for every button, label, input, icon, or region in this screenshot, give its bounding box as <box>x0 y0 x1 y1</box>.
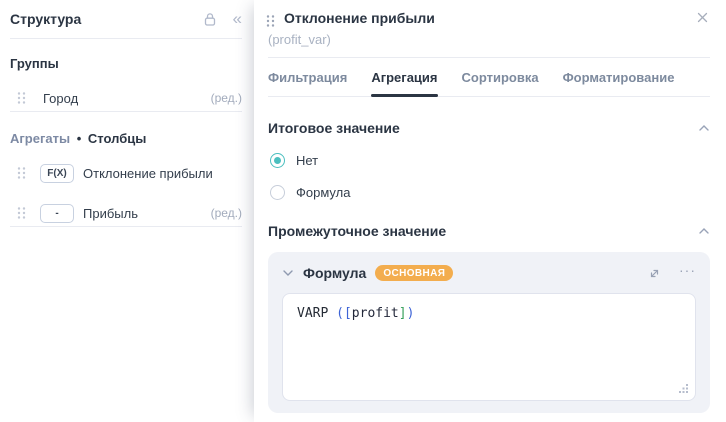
drag-handle-icon[interactable] <box>17 91 26 105</box>
drag-handle-icon[interactable] <box>266 14 275 28</box>
field-settings-panel: Отклонение прибыли (profit_var) Фильтрац… <box>254 0 726 422</box>
aggregate-row-label: Прибыль <box>83 206 138 221</box>
radio-label: Формула <box>296 185 350 200</box>
aggregate-row-label: Отклонение прибыли <box>83 166 213 181</box>
code-close-bracket: ] <box>399 306 407 321</box>
total-value-section-header: Итоговое значение <box>268 120 710 136</box>
formula-code-editor[interactable]: VARP ([profit]) <box>282 293 696 401</box>
total-value-heading: Итоговое значение <box>268 120 400 136</box>
code-line: VARP ([profit]) <box>297 306 414 321</box>
group-row-city[interactable]: Город (ред.) <box>10 85 242 111</box>
formula-card-header: Формула ОСНОВНАЯ ··· <box>282 265 696 281</box>
radio-option-formula[interactable]: Формула <box>270 185 710 200</box>
groups-heading: Группы <box>10 56 242 71</box>
more-menu-icon[interactable]: ··· <box>679 267 696 280</box>
chevron-down-icon[interactable] <box>282 268 294 278</box>
bullet-separator: • <box>77 131 82 146</box>
structure-panel: Структура « Группы Город (ред.) Агрегаты <box>0 0 254 422</box>
field-title: Отклонение прибыли <box>284 10 435 26</box>
formula-card: Формула ОСНОВНАЯ ··· VARP ([profit]) <box>268 252 710 413</box>
aggregates-columns-heading: Агрегаты • Столбцы <box>10 131 242 146</box>
code-function: VARP <box>297 306 336 321</box>
radio-button[interactable] <box>270 185 285 200</box>
radio-button[interactable] <box>270 153 285 168</box>
column-type-badge: - <box>40 204 74 223</box>
aggregate-row-profit-deviation[interactable]: F(X) Отклонение прибыли <box>10 160 242 186</box>
intermediate-value-section-header: Промежуточное значение <box>268 223 710 239</box>
code-close-paren: ) <box>407 306 415 321</box>
chevron-double-left-icon[interactable]: « <box>233 10 242 29</box>
drag-handle-icon[interactable] <box>17 166 26 180</box>
lock-icon[interactable] <box>203 12 217 27</box>
formula-card-title: Формула <box>303 265 366 281</box>
field-settings-header: Отклонение прибыли <box>266 10 710 28</box>
code-open-bracket: [ <box>344 306 352 321</box>
code-open-paren: ( <box>336 306 344 321</box>
divider <box>10 38 242 39</box>
aggregates-label[interactable]: Агрегаты <box>10 131 70 146</box>
group-edit-link[interactable]: (ред.) <box>211 91 242 105</box>
chevron-up-icon[interactable] <box>698 226 710 236</box>
tab-sorting[interactable]: Сортировка <box>462 70 539 96</box>
chevron-up-icon[interactable] <box>698 123 710 133</box>
primary-badge: ОСНОВНАЯ <box>375 265 453 281</box>
formula-type-badge: F(X) <box>40 164 74 183</box>
divider <box>268 57 710 58</box>
intermediate-value-heading: Промежуточное значение <box>268 223 446 239</box>
radio-option-none[interactable]: Нет <box>270 153 710 168</box>
settings-tabs: Фильтрация Агрегация Сортировка Форматир… <box>268 70 710 97</box>
aggregate-row-profit[interactable]: - Прибыль (ред.) <box>10 200 242 226</box>
code-field-name: profit <box>352 306 399 321</box>
resize-grip-icon[interactable] <box>678 383 689 394</box>
tab-formatting[interactable]: Форматирование <box>563 70 675 96</box>
drag-handle-icon[interactable] <box>17 206 26 220</box>
divider <box>10 226 242 227</box>
divider <box>10 111 242 112</box>
group-row-label: Город <box>43 91 78 106</box>
radio-label: Нет <box>296 153 318 168</box>
field-id-subtitle: (profit_var) <box>268 32 710 47</box>
tab-filtering[interactable]: Фильтрация <box>268 70 347 96</box>
tab-aggregation[interactable]: Агрегация <box>371 70 437 96</box>
expand-icon[interactable] <box>648 267 661 280</box>
structure-panel-header: Структура « <box>10 0 242 38</box>
aggregate-edit-link[interactable]: (ред.) <box>211 206 242 220</box>
structure-panel-title: Структура <box>10 11 81 27</box>
columns-label: Столбцы <box>88 131 146 146</box>
close-icon[interactable] <box>695 10 710 25</box>
